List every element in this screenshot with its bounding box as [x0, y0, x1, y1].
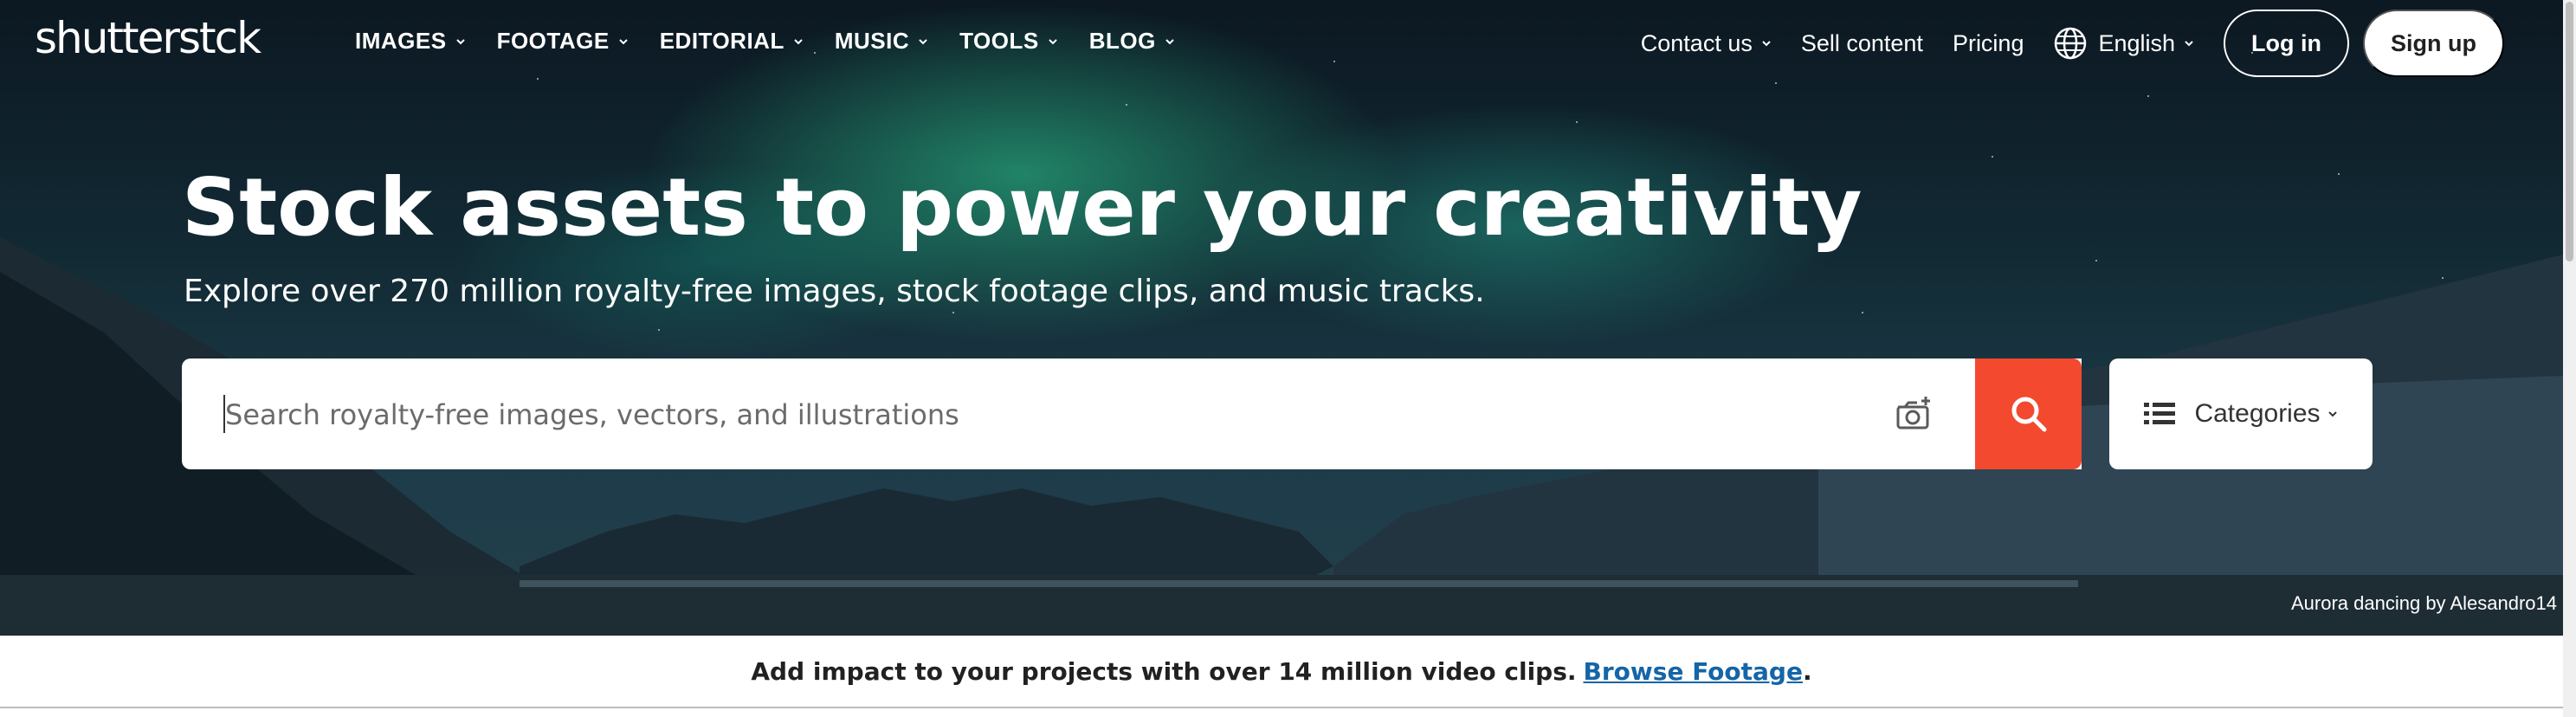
promo-suffix: . [1802, 656, 1812, 686]
divider [0, 707, 2563, 708]
language-selector[interactable]: English [2053, 26, 2194, 61]
login-button[interactable]: Log in [2224, 10, 2350, 77]
nav-footage-label: FOOTAGE [496, 28, 610, 54]
hero-title: Stock assets to power your creativity [182, 161, 1863, 254]
top-header: shutterstck IMAGES FOOTAGE EDITORIAL MUS… [0, 0, 2563, 87]
page-scrollbar[interactable] [2563, 0, 2576, 717]
nav-images-label: IMAGES [355, 28, 447, 54]
main-nav: IMAGES FOOTAGE EDITORIAL MUSIC TOOLS BLO… [355, 28, 1206, 55]
camera-plus-icon[interactable] [1893, 393, 1934, 435]
hero-subtitle: Explore over 270 million royalty-free im… [184, 274, 1485, 309]
nav-tools-label: TOOLS [959, 28, 1039, 54]
list-icon [2144, 403, 2176, 424]
browse-footage-link[interactable]: Browse Footage [1584, 657, 1803, 686]
categories-label: Categories [2194, 399, 2321, 428]
scrollbar-thumb[interactable] [2566, 2, 2573, 262]
globe-icon [2055, 27, 2087, 60]
image-credit[interactable]: Aurora dancing by Alesandro14 [2291, 592, 2557, 615]
nav-footage[interactable]: FOOTAGE [497, 28, 629, 55]
nav-editorial-label: EDITORIAL [659, 28, 784, 54]
nav-music-label: MUSIC [834, 28, 910, 54]
hero-section [0, 0, 2563, 636]
promo-text: Add impact to your projects with over 14… [751, 656, 1577, 686]
contact-us-link[interactable]: Contact us [1641, 30, 1772, 57]
nav-tools[interactable]: TOOLS [959, 28, 1058, 55]
chevron-down-icon [455, 38, 465, 44]
sell-content-link[interactable]: Sell content [1801, 30, 1923, 57]
categories-dropdown[interactable]: Categories [2109, 358, 2373, 469]
chevron-down-icon [618, 38, 628, 44]
pricing-link[interactable]: Pricing [1953, 30, 2024, 57]
nav-editorial[interactable]: EDITORIAL [660, 28, 804, 55]
search-icon [2011, 397, 2046, 432]
contact-us-label: Contact us [1640, 29, 1753, 56]
search-button[interactable] [1975, 358, 2082, 469]
signup-button[interactable]: Sign up [2363, 10, 2504, 77]
search-bar [182, 358, 2082, 469]
chevron-down-icon [1762, 41, 1771, 47]
promo-banner: Add impact to your projects with over 14… [0, 636, 2563, 707]
nav-images[interactable]: IMAGES [355, 28, 466, 55]
chevron-down-icon [919, 38, 927, 44]
chevron-down-icon [1049, 38, 1057, 44]
text-caret [223, 395, 225, 433]
search-input[interactable] [223, 388, 1872, 442]
nav-blog[interactable]: BLOG [1089, 28, 1175, 55]
chevron-down-icon [2185, 41, 2193, 47]
language-label: English [2098, 29, 2176, 56]
account-nav: Contact us Sell content Pricing English … [1641, 9, 2504, 78]
chevron-down-icon [1165, 38, 1174, 44]
nav-blog-label: BLOG [1088, 28, 1156, 54]
chevron-down-icon [2327, 411, 2337, 417]
nav-music[interactable]: MUSIC [835, 28, 928, 55]
shutterstock-logo[interactable]: shutterstck [35, 12, 261, 64]
chevron-down-icon [794, 38, 803, 44]
